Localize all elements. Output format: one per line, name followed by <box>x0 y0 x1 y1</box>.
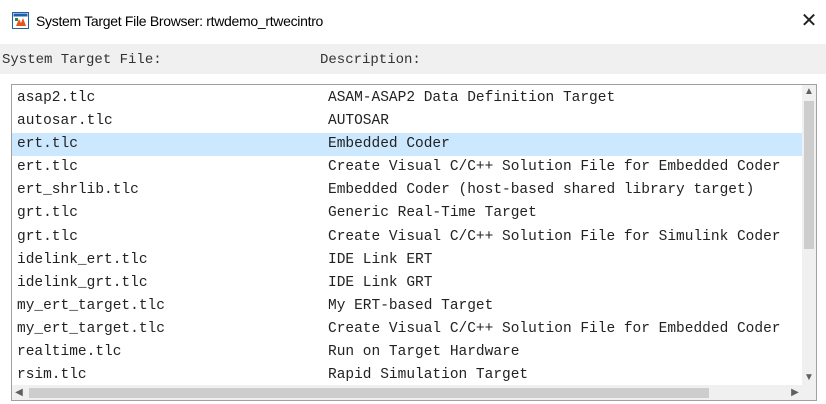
list-item[interactable]: idelink_ert.tlc IDE Link ERT <box>12 249 802 272</box>
list-item[interactable]: autosar.tlc AUTOSAR <box>12 110 802 133</box>
scroll-down-icon[interactable]: ▼ <box>802 371 816 385</box>
target-file-name: ert.tlc <box>17 159 78 176</box>
target-description: IDE Link ERT <box>328 251 433 268</box>
target-description: ASAM-ASAP2 Data Definition Target <box>328 90 616 106</box>
close-icon: ✕ <box>800 10 818 32</box>
target-description: IDE Link GRT <box>328 274 433 291</box>
scrollbar-corner <box>802 385 816 400</box>
target-description: Generic Real-Time Target <box>328 205 537 222</box>
vertical-scroll-thumb[interactable] <box>804 101 814 249</box>
target-description: Rapid Simulation Target <box>328 367 529 384</box>
target-file-name: ert_shrlib.tlc <box>17 182 139 199</box>
horizontal-scrollbar[interactable]: ◀ ▶ <box>12 385 802 400</box>
target-description: AUTOSAR <box>328 113 389 130</box>
simulink-app-icon <box>12 12 29 29</box>
target-file-name: rsim.tlc <box>17 367 87 384</box>
target-file-name: grt.tlc <box>17 205 78 222</box>
list-item[interactable]: idelink_grt.tlc IDE Link GRT <box>12 272 802 295</box>
list-rows: asap2.tlc ASAM-ASAP2 Data Definition Targ… <box>12 87 802 387</box>
target-description: Create Visual C/C++ Solution File for Em… <box>328 320 781 337</box>
target-file-name: idelink_ert.tlc <box>17 251 148 268</box>
target-description: My ERT-based Target <box>328 297 494 314</box>
target-file-name: idelink_grt.tlc <box>17 274 148 291</box>
list-item[interactable]: my_ert_target.tlc Create Visual C/C++ Sol… <box>12 318 802 341</box>
horizontal-scroll-thumb[interactable] <box>29 388 709 398</box>
list-item[interactable]: ert_shrlib.tlc Embedded Coder (host-based… <box>12 179 802 202</box>
list-item[interactable]: asap2.tlc ASAM-ASAP2 Data Definition Targ… <box>12 87 802 110</box>
target-file-name: my_ert_target.tlc <box>17 297 165 314</box>
list-item[interactable]: grt.tlc Create Visual C/C++ Solution File… <box>12 226 802 249</box>
target-description: Run on Target Hardware <box>328 344 520 361</box>
target-file-name: my_ert_target.tlc <box>17 320 165 337</box>
target-file-name: grt.tlc <box>17 228 78 245</box>
target-description: Create Visual C/C++ Solution File for Si… <box>328 228 781 245</box>
list-item[interactable]: realtime.tlc Run on Target Hardware <box>12 341 802 364</box>
file-column-header: System Target File: <box>2 52 162 68</box>
target-file-list[interactable]: asap2.tlc ASAM-ASAP2 Data Definition Targ… <box>11 84 817 401</box>
scroll-up-icon[interactable]: ▲ <box>802 85 816 99</box>
target-file-name: realtime.tlc <box>17 344 122 361</box>
target-description: Embedded Coder (host-based shared librar… <box>328 182 755 199</box>
target-description: Create Visual C/C++ Solution File for Em… <box>328 159 781 176</box>
list-item[interactable]: grt.tlc Generic Real-Time Target <box>12 202 802 225</box>
column-header: System Target File: Description: <box>0 44 826 74</box>
list-item[interactable]: ert.tlc Embedded Coder <box>12 133 802 157</box>
description-column-header: Description: <box>320 52 421 68</box>
target-file-name: autosar.tlc <box>17 113 113 130</box>
target-description: Embedded Coder <box>328 136 450 153</box>
scroll-right-icon[interactable]: ▶ <box>788 385 802 400</box>
close-button[interactable]: ✕ <box>794 8 824 36</box>
scroll-left-icon[interactable]: ◀ <box>12 385 26 400</box>
target-file-name: ert.tlc <box>17 136 78 153</box>
list-item[interactable]: rsim.tlc Rapid Simulation Target <box>12 364 802 387</box>
title-bar: System Target File Browser: rtwdemo_rtwe… <box>0 0 826 44</box>
list-item[interactable]: ert.tlc Create Visual C/C++ Solution File… <box>12 156 802 179</box>
window-title: System Target File Browser: rtwdemo_rtwe… <box>36 13 324 29</box>
vertical-scrollbar[interactable]: ▲ ▼ <box>802 85 816 385</box>
list-item[interactable]: my_ert_target.tlc My ERT-based Target <box>12 295 802 318</box>
target-file-name: asap2.tlc <box>17 90 96 106</box>
